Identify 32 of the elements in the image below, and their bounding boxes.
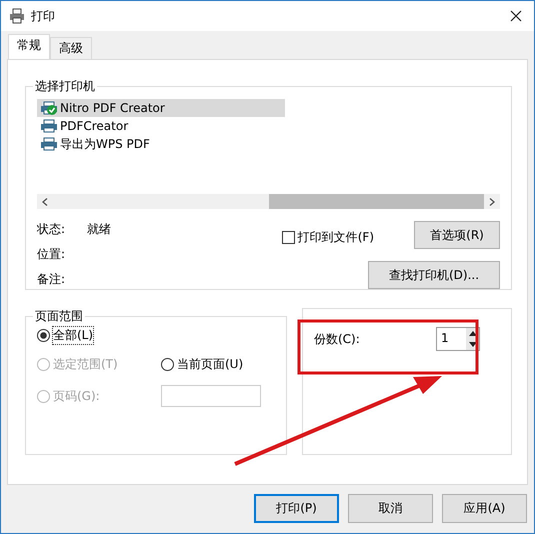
- close-icon[interactable]: [510, 10, 522, 22]
- horizontal-scrollbar[interactable]: [37, 194, 500, 209]
- group-title: 选择打印机: [34, 78, 96, 95]
- scroll-right-icon[interactable]: [489, 198, 495, 206]
- radio-option[interactable]: 当前页面(U): [161, 356, 271, 373]
- preferences-button[interactable]: 首选项(R): [414, 221, 500, 249]
- default-printer-icon: [40, 101, 58, 115]
- dialog-button[interactable]: 应用(A): [442, 494, 527, 523]
- info-label: 备注:: [37, 271, 66, 288]
- printer-item[interactable]: 导出为WPS PDF: [37, 135, 285, 153]
- dialog-button[interactable]: 打印(P): [254, 494, 339, 523]
- scroll-left-icon[interactable]: [42, 198, 48, 206]
- window-title: 打印: [31, 8, 56, 24]
- printer-icon: [9, 8, 25, 24]
- info-value: 就绪: [87, 221, 112, 238]
- info-label: 状态:: [37, 221, 66, 238]
- info-label: 位置:: [37, 246, 66, 263]
- spin-down-icon[interactable]: [468, 342, 476, 347]
- spin-up-icon[interactable]: [468, 331, 476, 336]
- printer-item[interactable]: Nitro PDF Creator: [37, 99, 285, 117]
- find-printer-button[interactable]: 查找打印机(D)...: [368, 261, 500, 289]
- copies-label: 份数(C):: [314, 330, 360, 348]
- printer-icon: [40, 119, 58, 133]
- dialog-button[interactable]: 取消: [348, 494, 433, 523]
- printer-icon: [40, 137, 58, 151]
- print-to-file-checkbox[interactable]: 打印到文件(F): [282, 228, 374, 246]
- tab[interactable]: 高级: [50, 37, 92, 59]
- copies-spinner[interactable]: 1: [436, 327, 480, 351]
- radio-option[interactable]: 全部(L): [37, 327, 271, 344]
- printer-item[interactable]: PDFCreator: [37, 117, 285, 135]
- tab[interactable]: 常规: [8, 34, 50, 59]
- group-title: 页面范围: [34, 308, 84, 325]
